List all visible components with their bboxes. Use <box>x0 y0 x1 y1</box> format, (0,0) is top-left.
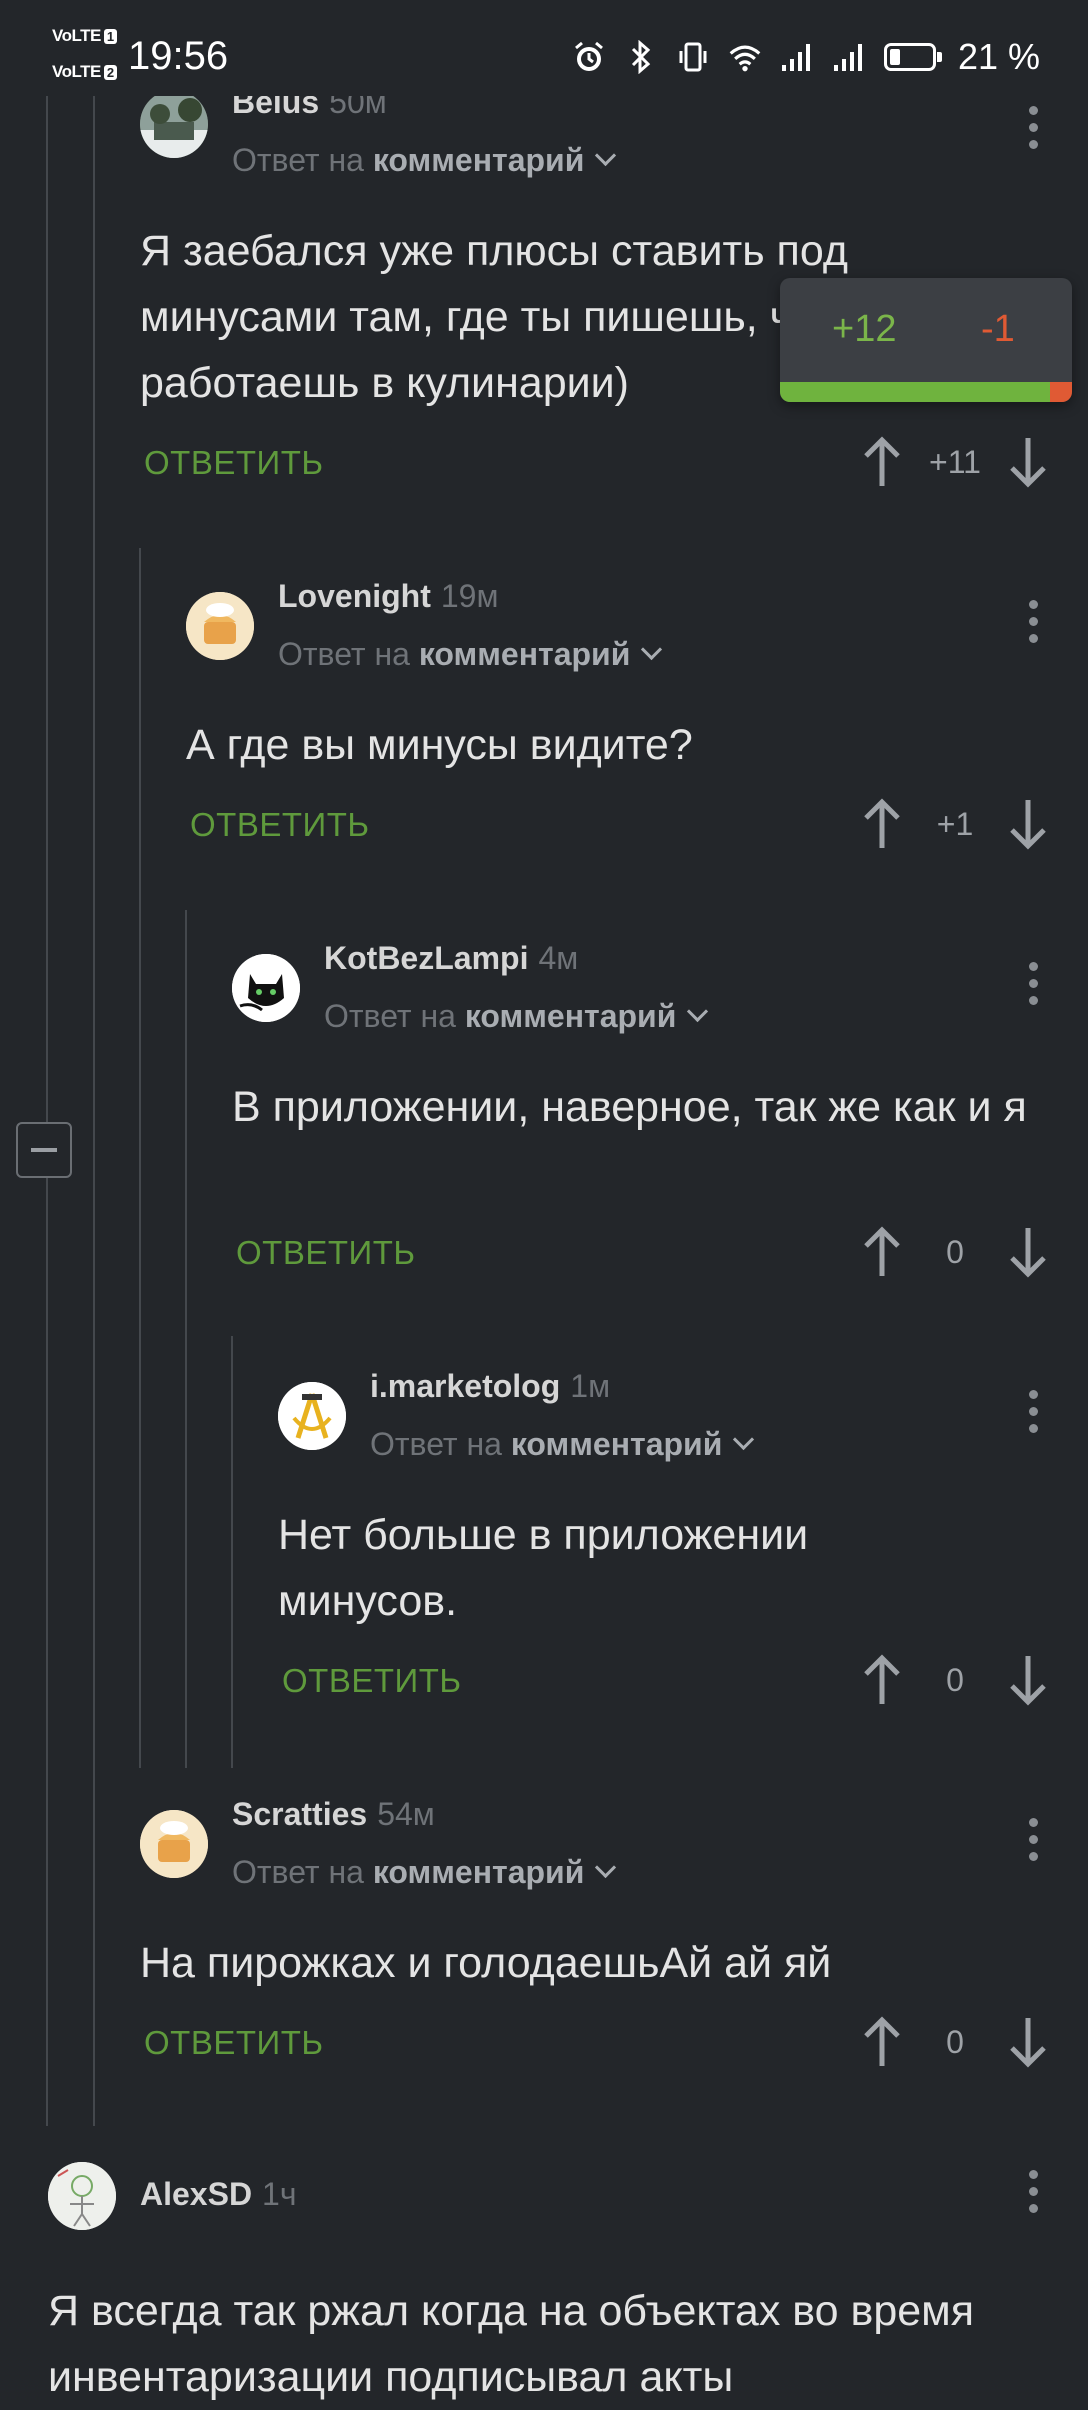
collapse-thread-button[interactable] <box>16 1122 72 1178</box>
avatar[interactable] <box>140 90 208 158</box>
thread-line <box>46 1176 48 2126</box>
avatar[interactable] <box>186 592 254 660</box>
reply-to-link[interactable]: Ответ на комментарий <box>232 142 617 179</box>
reply-button[interactable]: ОТВЕТИТЬ <box>144 444 324 482</box>
downvote-arrow-icon[interactable] <box>1008 2016 1048 2068</box>
thread-line <box>231 1336 233 1768</box>
avatar[interactable] <box>278 1382 346 1450</box>
vote-controls: +11 <box>862 434 1048 490</box>
chevron-down-icon <box>641 638 663 661</box>
upvote-arrow-icon[interactable] <box>862 1226 902 1278</box>
comment-score: 0 <box>946 1661 964 1698</box>
reply-button[interactable]: ОТВЕТИТЬ <box>190 806 370 844</box>
comment-text: А где вы минусы видите? <box>186 721 693 769</box>
upvote-count: +12 <box>832 308 897 350</box>
more-options-icon[interactable] <box>1026 2170 1040 2213</box>
upvote-arrow-icon[interactable] <box>862 2016 902 2068</box>
comment-age: 19м <box>440 578 499 614</box>
comment-author[interactable]: Lovenight 19м <box>278 578 498 615</box>
sim1-volte-indicator: VoLTE 1 <box>52 26 117 46</box>
avatar[interactable] <box>48 2162 116 2230</box>
clock: 19:56 <box>128 34 229 78</box>
reply-to-link[interactable]: Ответ на комментарий <box>324 998 709 1035</box>
thread-line <box>93 96 95 2126</box>
reply-to-link[interactable]: Ответ на комментарий <box>278 636 663 673</box>
comment-author[interactable]: KotBezLampi 4м <box>324 940 578 977</box>
reply-button[interactable]: ОТВЕТИТЬ <box>236 1234 416 1272</box>
signal-icon <box>832 40 866 74</box>
status-bar: VoLTE 1 VoLTE 2 19:56 21 % <box>0 0 1088 96</box>
upvote-ratio-bar <box>780 382 1050 402</box>
thread-line <box>46 96 48 1128</box>
comment-age: 1ч <box>262 2176 297 2212</box>
upvote-arrow-icon[interactable] <box>862 1654 902 1706</box>
downvote-arrow-icon[interactable] <box>1008 436 1048 488</box>
chevron-down-icon <box>595 1856 617 1879</box>
battery-icon <box>883 43 942 71</box>
alarm-icon <box>572 40 606 74</box>
comment-author[interactable]: AlexSD 1ч <box>140 2176 297 2213</box>
comment-author[interactable]: i.marketolog 1м <box>370 1368 610 1405</box>
comment-text: Нет больше в приложении минусов. <box>278 1511 809 1625</box>
thread-line <box>139 548 141 1768</box>
status-icons: 21 % <box>572 34 1040 80</box>
vote-breakdown-popup: +12 -1 <box>780 278 1072 402</box>
vote-controls: 0 <box>862 1652 1048 1708</box>
more-options-icon[interactable] <box>1026 1390 1040 1433</box>
downvote-ratio-bar <box>1050 382 1072 402</box>
vote-controls: +1 <box>862 796 1048 852</box>
chevron-down-icon <box>687 1000 709 1023</box>
bluetooth-icon <box>624 40 658 74</box>
chevron-down-icon <box>733 1428 755 1451</box>
chevron-down-icon <box>595 144 617 167</box>
reply-button[interactable]: ОТВЕТИТЬ <box>144 2024 324 2062</box>
comment-age: 54м <box>377 1796 435 1832</box>
sim2-volte-indicator: VoLTE 2 <box>52 62 117 82</box>
battery-percent: 21 % <box>957 36 1040 77</box>
comment-score: +1 <box>936 805 974 842</box>
comment-age: 4м <box>538 940 579 976</box>
comment-score: +11 <box>929 443 981 480</box>
more-options-icon[interactable] <box>1026 600 1040 643</box>
comment-text: В приложении, наверное, так же как и я <box>232 1083 1027 1131</box>
comment-text: На пирожках и голодаешьАй ай яй <box>140 1939 832 1987</box>
downvote-arrow-icon[interactable] <box>1008 798 1048 850</box>
more-options-icon[interactable] <box>1026 1818 1040 1861</box>
comment-score: 0 <box>946 1233 964 1270</box>
wifi-icon <box>728 40 762 74</box>
comment-author[interactable]: Scratties 54м <box>232 1796 435 1833</box>
upvote-arrow-icon[interactable] <box>862 436 902 488</box>
avatar[interactable] <box>232 954 300 1022</box>
signal-icon <box>780 40 814 74</box>
thread-line <box>185 910 187 1768</box>
reply-to-link[interactable]: Ответ на комментарий <box>232 1854 617 1891</box>
reply-button[interactable]: ОТВЕТИТЬ <box>282 1662 462 1700</box>
downvote-arrow-icon[interactable] <box>1008 1226 1048 1278</box>
comment-age: 1м <box>570 1368 611 1404</box>
more-options-icon[interactable] <box>1026 106 1040 149</box>
upvote-arrow-icon[interactable] <box>862 798 902 850</box>
vote-controls: 0 <box>862 2014 1048 2070</box>
more-options-icon[interactable] <box>1026 962 1040 1005</box>
downvote-count: -1 <box>981 308 1015 350</box>
reply-to-link[interactable]: Ответ на комментарий <box>370 1426 755 1463</box>
avatar[interactable] <box>140 1810 208 1878</box>
downvote-arrow-icon[interactable] <box>1008 1654 1048 1706</box>
comment-score: 0 <box>946 2023 964 2060</box>
vibrate-icon <box>676 40 710 74</box>
vote-controls: 0 <box>862 1224 1048 1280</box>
comment-text: Я всегда так ржал когда на объектах во в… <box>48 2287 975 2401</box>
